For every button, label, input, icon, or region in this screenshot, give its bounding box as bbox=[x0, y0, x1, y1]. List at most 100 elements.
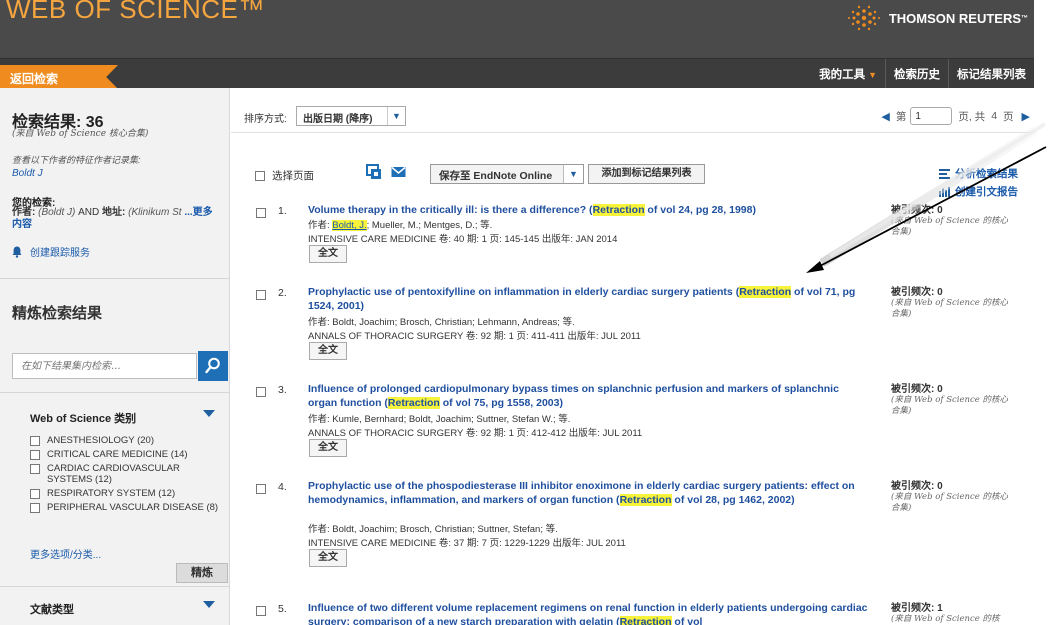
checkbox[interactable] bbox=[30, 503, 40, 513]
times-cited: 被引频次: 0 (来自 Web of Science 的核心合集) bbox=[891, 384, 1011, 416]
authors-prefix: 作者: bbox=[308, 220, 333, 231]
checkbox[interactable] bbox=[255, 171, 265, 181]
full-text-button[interactable]: 全文 bbox=[309, 549, 347, 567]
result-title-link[interactable]: Influence of prolonged cardiopulmonary b… bbox=[308, 383, 868, 410]
result-title-link[interactable]: Volume therapy in the critically ill: is… bbox=[308, 204, 868, 218]
save-to-endnote-select[interactable]: 保存至 EndNote Online ▼ bbox=[430, 164, 584, 184]
thomson-reuters-logo: THOMSON REUTERS ™ bbox=[847, 4, 1028, 32]
times-cited: 被引频次: 0 (来自 Web of Science 的核心合集) bbox=[891, 287, 1011, 319]
query-author-label: 作者: bbox=[12, 207, 36, 218]
add-to-marked-list-button[interactable]: 添加到标记结果列表 bbox=[588, 164, 705, 184]
cited-count: 被引频次: 0 bbox=[891, 481, 943, 492]
title-text: Prophylactic use of pentoxifylline on in… bbox=[308, 286, 740, 298]
full-text-button[interactable]: 全文 bbox=[309, 439, 347, 457]
page-margin bbox=[1034, 0, 1050, 625]
brand-trademark: ™ bbox=[1021, 14, 1028, 22]
web-of-science-logo[interactable]: WEB OF SCIENCE™ bbox=[6, 0, 265, 25]
refine-button[interactable]: 精炼 bbox=[176, 563, 228, 583]
checkbox[interactable] bbox=[256, 208, 266, 218]
checkbox[interactable] bbox=[30, 436, 40, 446]
chevron-down-icon: ▼ bbox=[868, 70, 877, 80]
category-option[interactable]: CARDIAC CARDIOVASCULAR SYSTEMS (12) bbox=[30, 463, 220, 485]
result-title-link[interactable]: Prophylactic use of pentoxifylline on in… bbox=[308, 286, 868, 313]
next-page-arrow-icon[interactable]: ▶ bbox=[1022, 110, 1030, 123]
title-highlight: Retraction bbox=[619, 493, 672, 506]
document-type-title[interactable]: 文献类型 bbox=[30, 601, 74, 617]
author-records-prompt: 查看以下作者的特征作者记录集: bbox=[12, 155, 141, 165]
nav-bar: 返回检索 我的工具 ▼ 检索历史 标记结果列表 bbox=[0, 58, 1034, 89]
citation-report-icon bbox=[939, 187, 950, 197]
prev-page-arrow-icon[interactable]: ◀ bbox=[881, 110, 889, 123]
category-option[interactable]: CRITICAL CARE MEDICINE (14) bbox=[30, 449, 220, 460]
checkbox[interactable] bbox=[30, 464, 40, 474]
divider bbox=[0, 278, 230, 279]
sort-bar: 排序方式: 出版日期 (降序) ▼ ◀ 第 页, 共 4 页 ▶ bbox=[231, 88, 1034, 133]
collapse-triangle-icon[interactable] bbox=[203, 601, 215, 608]
analyze-results-label: 分析检索结果 bbox=[955, 168, 1018, 180]
chevron-down-icon: ▼ bbox=[563, 165, 583, 183]
search-within-button[interactable] bbox=[198, 351, 228, 381]
search-history-link[interactable]: 检索历史 bbox=[885, 59, 948, 89]
author-record-link[interactable]: Boldt J bbox=[12, 168, 43, 179]
select-page-label: 选择页面 bbox=[272, 170, 314, 182]
full-text-button[interactable]: 全文 bbox=[309, 342, 347, 360]
page-suffix: 页, 共 bbox=[958, 110, 986, 123]
page-number-input[interactable] bbox=[910, 107, 953, 125]
checkbox[interactable] bbox=[256, 606, 266, 616]
page-prefix: 第 bbox=[895, 110, 907, 123]
more-options-link[interactable]: 更多选项/分类... bbox=[30, 546, 101, 561]
search-within-input[interactable] bbox=[12, 353, 197, 379]
category-option[interactable]: PERIPHERAL VASCULAR DISEASE (8) bbox=[30, 502, 220, 513]
result-source: INTENSIVE CARE MEDICINE 卷: 40 期: 1 页: 14… bbox=[308, 234, 618, 245]
brand-name: THOMSON REUTERS bbox=[888, 10, 1021, 26]
title-highlight: Retraction bbox=[619, 615, 672, 625]
checkbox[interactable] bbox=[30, 489, 40, 499]
title-highlight: Retraction bbox=[387, 396, 440, 409]
create-alert-link[interactable]: 创建跟踪服务 bbox=[12, 244, 90, 259]
result-title-link[interactable]: Influence of two different volume replac… bbox=[308, 602, 868, 625]
result-number: 5. bbox=[278, 603, 287, 615]
print-icon[interactable] bbox=[366, 164, 382, 180]
marked-list-link[interactable]: 标记结果列表 bbox=[948, 59, 1034, 89]
result-title-link[interactable]: Prophylactic use of the phospodiesterase… bbox=[308, 480, 868, 507]
email-icon[interactable] bbox=[391, 166, 406, 178]
wos-category-title[interactable]: Web of Science 类别 bbox=[30, 410, 136, 426]
checkbox[interactable] bbox=[30, 450, 40, 460]
back-to-search-button[interactable]: 返回检索 bbox=[0, 65, 118, 89]
checkbox[interactable] bbox=[256, 387, 266, 397]
result-authors: 作者: Kumle, Bernhard; Boldt, Joachim; Sut… bbox=[308, 414, 571, 425]
result-number: 3. bbox=[278, 384, 287, 396]
title-text: of vol 75, pg 1558, 2003) bbox=[439, 396, 563, 409]
category-label: PERIPHERAL VASCULAR DISEASE (8) bbox=[47, 502, 219, 513]
times-cited: 被引频次: 1 (来自 Web of Science 的核 bbox=[891, 603, 1011, 625]
pagination: ◀ 第 页, 共 4 页 ▶ bbox=[881, 107, 1030, 125]
author-link[interactable]: Boldt, J. bbox=[332, 220, 367, 231]
endnote-label: 保存至 EndNote Online bbox=[439, 170, 553, 182]
select-page-option[interactable]: 选择页面 bbox=[255, 168, 314, 183]
sidebar: 检索结果: 36 (来自 Web of Science 核心合集) 查看以下作者… bbox=[0, 88, 230, 625]
header-bar: WEB OF SCIENCE™ THOMSON REUTERS ™ bbox=[0, 0, 1034, 58]
result-source: ANNALS OF THORACIC SURGERY 卷: 92 期: 1 页:… bbox=[308, 428, 643, 439]
search-icon bbox=[205, 357, 220, 374]
sort-select[interactable]: 出版日期 (降序) ▼ bbox=[296, 106, 406, 126]
cited-count: 被引频次: 0 bbox=[891, 287, 943, 298]
page-unit: 页 bbox=[1003, 110, 1014, 123]
full-text-button[interactable]: 全文 bbox=[309, 245, 347, 263]
result-source: INTENSIVE CARE MEDICINE 卷: 37 期: 7 页: 12… bbox=[308, 538, 626, 549]
category-option[interactable]: RESPIRATORY SYSTEM (12) bbox=[30, 488, 220, 499]
checkbox[interactable] bbox=[256, 484, 266, 494]
my-tools-menu[interactable]: 我的工具 ▼ bbox=[811, 59, 885, 89]
analyze-results-link[interactable]: 分析检索结果 bbox=[939, 165, 1018, 183]
app-window: WEB OF SCIENCE™ THOMSON REUTERS ™ 返回检索 我… bbox=[0, 0, 1050, 625]
category-option[interactable]: ANESTHESIOLOGY (20) bbox=[30, 435, 220, 446]
citation-report-link[interactable]: 创建引文报告 bbox=[939, 183, 1018, 201]
bell-icon bbox=[12, 246, 22, 258]
title-highlight: Retraction bbox=[592, 204, 645, 216]
title-text: Influence of two different volume replac… bbox=[308, 602, 868, 625]
collapse-triangle-icon[interactable] bbox=[203, 410, 215, 417]
divider bbox=[0, 586, 230, 587]
checkbox[interactable] bbox=[256, 290, 266, 300]
cited-source: (来自 Web of Science 的核心合集) bbox=[891, 298, 1009, 319]
analyze-bars-icon bbox=[939, 169, 950, 179]
times-cited: 被引频次: 0 (来自 Web of Science 的核心合集) bbox=[891, 205, 1011, 237]
